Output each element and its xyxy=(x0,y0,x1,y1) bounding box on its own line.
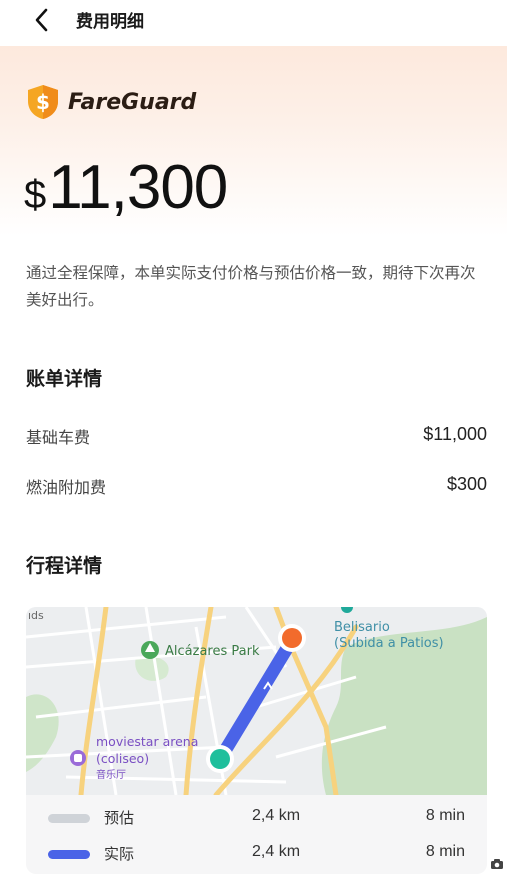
top-bar: 费用明细 xyxy=(0,0,507,40)
legend-swatch-actual xyxy=(48,850,90,859)
legend-distance: 2,4 km xyxy=(252,843,301,860)
bill-row-label: 基础车费 xyxy=(26,428,91,447)
guarantee-note: 通过全程保障，本单实际支付价格与预估价格一致，期待下次再次美好出行。 xyxy=(26,264,476,309)
legend-label: 预估 xyxy=(104,809,135,827)
legend-label: 实际 xyxy=(104,845,135,863)
legend-row-actual: 实际 2,4 km 8 min xyxy=(26,839,487,869)
fare-amount: $ 11,300 xyxy=(24,152,228,223)
camera-icon[interactable] xyxy=(490,858,504,870)
map-label-arena-3: 音乐厅 xyxy=(96,768,126,781)
chevron-left-icon xyxy=(35,8,48,32)
legend-row-estimated: 预估 2,4 km 8 min xyxy=(26,803,487,833)
currency-symbol: $ xyxy=(24,173,47,217)
trip-map-card[interactable]: ıds Alcázares Park Belisario (Subida a P… xyxy=(26,607,487,874)
map-label-arena-2: (coliseo) xyxy=(96,751,149,766)
brand-name: FareGuard xyxy=(68,89,197,115)
map-label-place-1: Belisario xyxy=(334,620,390,635)
bill-row-base-fare: 基础车费 $11,000 xyxy=(26,424,487,448)
map-label-arena-1: moviestar arena xyxy=(96,734,198,749)
page-title: 费用明细 xyxy=(76,12,144,32)
fareguard-brand: $ FareGuard xyxy=(26,84,196,120)
amount-value: 11,300 xyxy=(48,153,228,222)
back-button[interactable] xyxy=(28,6,56,34)
legend-time: 8 min xyxy=(425,807,465,824)
bill-row-value: $300 xyxy=(446,474,487,494)
svg-text:$: $ xyxy=(36,90,50,114)
route-map[interactable]: ıds Alcázares Park Belisario (Subida a P… xyxy=(26,607,487,795)
bill-row-fuel-surcharge: 燃油附加费 $300 xyxy=(26,474,487,498)
map-label-corner: ıds xyxy=(28,609,44,622)
legend-swatch-estimated xyxy=(48,814,90,823)
bill-row-value: $11,000 xyxy=(423,424,487,444)
legend-time: 8 min xyxy=(425,843,465,860)
dollar-shield-icon: $ xyxy=(26,84,60,120)
bill-section-title: 账单详情 xyxy=(26,368,103,390)
legend-distance: 2,4 km xyxy=(252,807,301,824)
map-label-park: Alcázares Park xyxy=(165,644,260,659)
trip-section-title: 行程详情 xyxy=(26,555,103,577)
map-label-place-2: (Subida a Patios) xyxy=(334,636,444,651)
bill-row-label: 燃油附加费 xyxy=(26,478,107,497)
